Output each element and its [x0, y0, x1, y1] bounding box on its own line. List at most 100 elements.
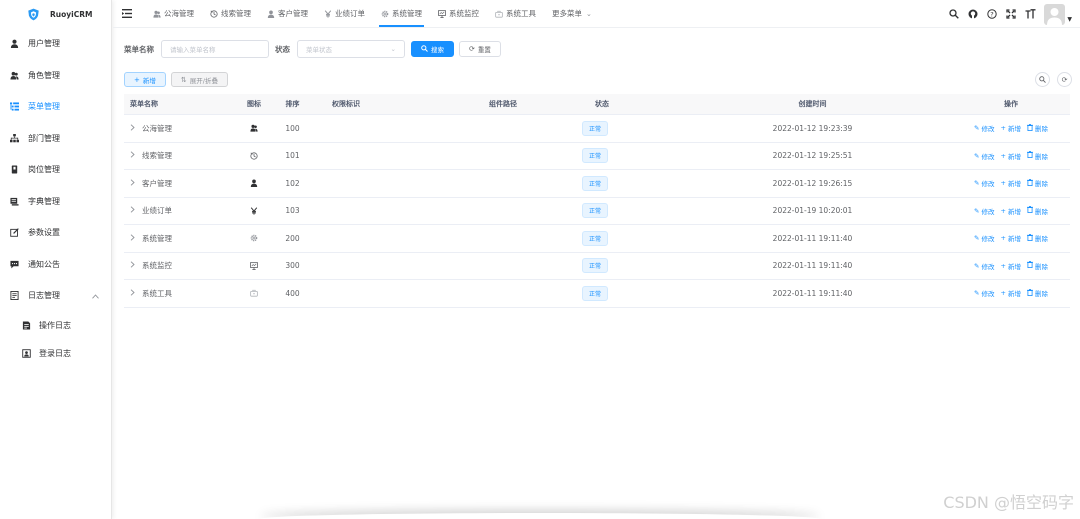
question-icon[interactable]: ?	[986, 8, 998, 20]
edit-button[interactable]: ✎ 修改	[974, 288, 994, 298]
edit-button[interactable]: ✎ 修改	[974, 261, 994, 271]
add-child-button[interactable]: + 新增	[1001, 206, 1021, 216]
table-row[interactable]: 系统工具 400 正常 2022-01-11 19:11:40 ✎ 修改 + 新增 删除	[124, 280, 1070, 308]
toggle-search-button[interactable]	[1035, 72, 1050, 87]
menu-name-input[interactable]: 请输入菜单名称	[161, 40, 269, 58]
menu-name: 客户管理	[142, 178, 172, 188]
table-header: 菜单名称 图标 排序 权限标识 组件路径 状态 创建时间 操作	[124, 94, 1070, 115]
top-menu-item[interactable]: 系统工具	[487, 0, 544, 28]
add-child-button[interactable]: + 新增	[1001, 123, 1021, 133]
cell-name: 公海管理	[124, 123, 232, 134]
header-order[interactable]: 排序	[276, 99, 309, 109]
plus-icon: +	[1000, 234, 1006, 243]
header-status[interactable]: 状态	[550, 99, 700, 109]
table-row[interactable]: 系统监控 300 正常 2022-01-11 19:11:40 ✎ 修改 + 新增 删除	[124, 253, 1070, 280]
sidebar-item[interactable]: 角色管理	[0, 60, 111, 92]
header-name[interactable]: 菜单名称	[124, 99, 232, 109]
delete-button[interactable]: 删除	[1026, 123, 1048, 133]
chevron-right-icon[interactable]	[130, 234, 135, 243]
avatar[interactable]	[1044, 3, 1066, 25]
search-button[interactable]: 搜索	[411, 41, 454, 57]
add-child-button[interactable]: + 新增	[1001, 178, 1021, 188]
chevron-right-icon[interactable]	[130, 289, 135, 298]
svg-text:?: ?	[991, 10, 994, 18]
hamburger-icon[interactable]	[122, 9, 132, 19]
sidebar-item[interactable]: 日志管理	[0, 280, 111, 312]
delete-button[interactable]: 删除	[1026, 206, 1048, 216]
status-select[interactable]: 菜单状态 ⌄	[297, 40, 405, 58]
edit-icon: ✎	[974, 206, 980, 215]
sidebar-item[interactable]: 用户管理	[0, 28, 111, 60]
font-size-icon[interactable]	[1024, 8, 1036, 20]
top-menu-item[interactable]: 线索管理	[202, 0, 259, 28]
sidebar-item[interactable]: 菜单管理	[0, 91, 111, 123]
status-placeholder: 菜单状态	[306, 46, 332, 54]
edit-button[interactable]: ✎ 修改	[974, 123, 994, 133]
sidebar-subitem-label: 操作日志	[39, 321, 71, 330]
sidebar-item-label: 岗位管理	[28, 165, 60, 175]
edit-button[interactable]: ✎ 修改	[974, 151, 994, 161]
cell-ops: ✎ 修改 + 新增 删除	[925, 206, 1070, 216]
fullscreen-icon[interactable]	[1005, 8, 1017, 20]
add-child-button[interactable]: + 新增	[1001, 288, 1021, 298]
refresh-button[interactable]: ⟳	[1057, 72, 1072, 87]
table-row[interactable]: 客户管理 102 正常 2022-01-12 19:26:15 ✎ 修改 + 新增 删除	[124, 170, 1070, 198]
delete-button[interactable]: 删除	[1026, 288, 1048, 298]
search-icon[interactable]	[948, 8, 960, 20]
status-badge: 正常	[582, 120, 609, 136]
peoples-icon	[153, 10, 161, 18]
caret-down-icon[interactable]: ▼	[1067, 16, 1072, 23]
edit-button[interactable]: ✎ 修改	[974, 233, 994, 243]
cell-status: 正常	[550, 258, 700, 274]
delete-label: 删除	[1034, 207, 1048, 216]
delete-button[interactable]: 删除	[1026, 151, 1048, 161]
add-child-button[interactable]: + 新增	[1001, 151, 1021, 161]
table-row[interactable]: 系统管理 200 正常 2022-01-11 19:11:40 ✎ 修改 + 新增 删除	[124, 225, 1070, 253]
header-component[interactable]: 组件路径	[429, 99, 550, 109]
sidebar-item[interactable]: 岗位管理	[0, 154, 111, 186]
add-child-button[interactable]: + 新增	[1001, 261, 1021, 271]
add-child-button[interactable]: + 新增	[1001, 233, 1021, 243]
table-row[interactable]: 公海管理 100 正常 2022-01-12 19:23:39 ✎ 修改 + 新增 删除	[124, 115, 1070, 143]
sidebar-item[interactable]: 参数设置	[0, 217, 111, 249]
user-icon	[10, 39, 19, 49]
chevron-right-icon[interactable]	[130, 151, 135, 160]
cell-status: 正常	[550, 148, 700, 164]
sidebar-item[interactable]: 通知公告	[0, 249, 111, 281]
delete-icon	[1026, 123, 1033, 133]
navbar-right: ? ▼	[941, 0, 1072, 28]
header-icon[interactable]: 图标	[232, 99, 276, 109]
menu-table: 菜单名称 图标 排序 权限标识 组件路径 状态 创建时间 操作 公海管理 100 正…	[124, 94, 1070, 308]
top-menu-item[interactable]: 公海管理	[145, 0, 202, 28]
delete-button[interactable]: 删除	[1026, 261, 1048, 271]
reset-button[interactable]: ⟳ 重置	[459, 41, 501, 57]
header-created[interactable]: 创建时间	[700, 99, 925, 109]
table-row[interactable]: 业绩订单 103 正常 2022-01-19 10:20:01 ✎ 修改 + 新增 删除	[124, 198, 1070, 225]
edit-button[interactable]: ✎ 修改	[974, 178, 994, 188]
add-button[interactable]: + 新增	[124, 72, 166, 87]
plus-icon: +	[1000, 206, 1006, 215]
expand-collapse-button[interactable]: ⇅ 展开/折叠	[170, 72, 228, 87]
github-icon[interactable]	[967, 8, 979, 20]
chevron-right-icon[interactable]	[130, 206, 135, 215]
top-menu-label: 系统监控	[449, 9, 479, 18]
top-menu-item[interactable]: 系统监控	[430, 0, 487, 28]
edit-button[interactable]: ✎ 修改	[974, 206, 994, 216]
table-row[interactable]: 线索管理 101 正常 2022-01-12 19:25:51 ✎ 修改 + 新增 删除	[124, 143, 1070, 170]
sidebar-subitem[interactable]: 登录日志	[0, 340, 111, 368]
sidebar-item[interactable]: 字典管理	[0, 186, 111, 218]
delete-button[interactable]: 删除	[1026, 178, 1048, 188]
top-menu-item[interactable]: 业绩订单	[316, 0, 373, 28]
edit-label: 修改	[981, 207, 995, 216]
header-perms[interactable]: 权限标识	[309, 99, 429, 109]
delete-button[interactable]: 删除	[1026, 233, 1048, 243]
logo[interactable]: RuoyiCRM	[0, 0, 111, 28]
sidebar-item[interactable]: 部门管理	[0, 123, 111, 155]
chevron-right-icon[interactable]	[130, 261, 135, 270]
sidebar-subitem[interactable]: 操作日志	[0, 312, 111, 340]
chevron-right-icon[interactable]	[130, 124, 135, 133]
chevron-right-icon[interactable]	[130, 179, 135, 188]
top-menu-item[interactable]: 客户管理	[259, 0, 316, 28]
top-menu-item[interactable]: 系统管理	[373, 0, 430, 28]
top-menu-item[interactable]: 更多菜单 ⌄	[544, 0, 600, 28]
